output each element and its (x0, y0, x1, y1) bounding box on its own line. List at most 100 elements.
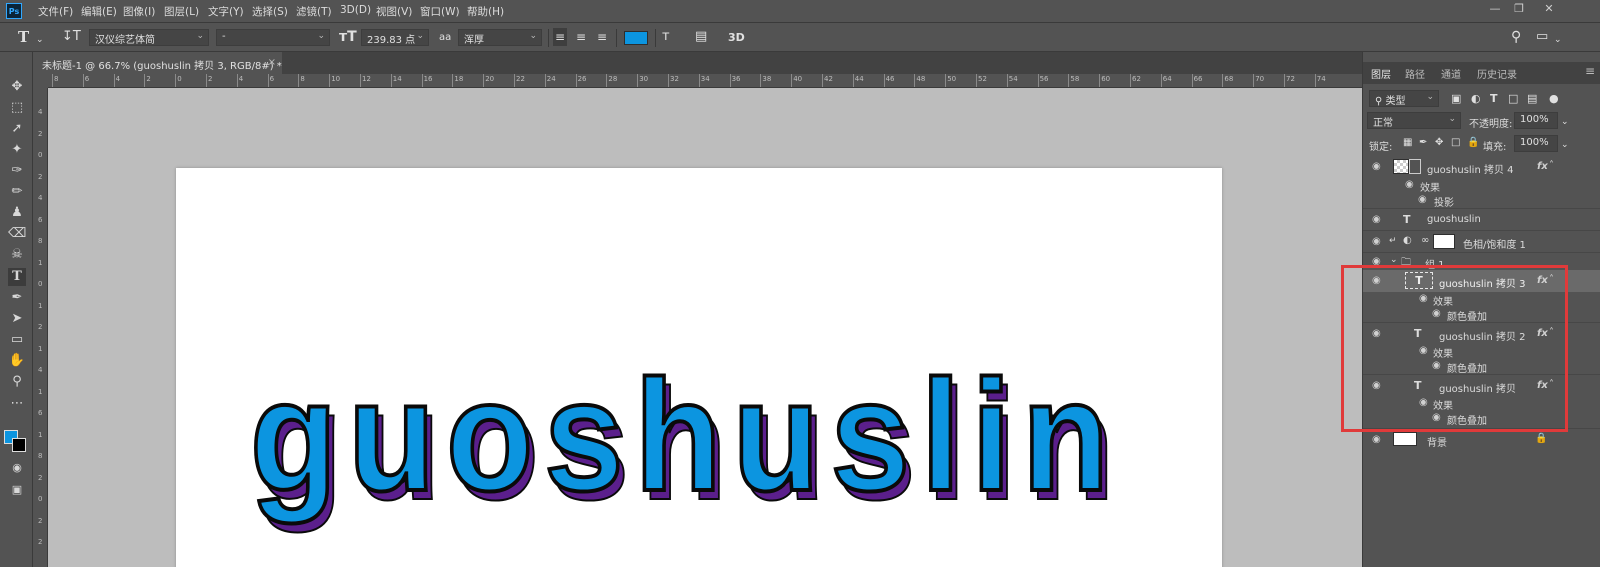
rectangle-tool-icon[interactable]: ▭ (8, 331, 26, 349)
menu-help[interactable]: 帮助(H) (467, 4, 504, 19)
marquee-tool-icon[interactable]: ⬚ (8, 99, 26, 117)
ruler-tick-mark (452, 74, 454, 87)
panel-menu-icon[interactable]: ≡ (1585, 64, 1595, 78)
antialias-select[interactable]: 浑厚 ⌄ (458, 29, 542, 46)
ruler-tick-mark (1222, 74, 1224, 87)
paint-bucket-icon[interactable]: ☠ (8, 246, 26, 264)
blend-mode-select[interactable]: 正常 ⌄ (1367, 112, 1461, 129)
menu-window[interactable]: 窗口(W) (420, 4, 460, 19)
ruler-tick-label: 56 (1039, 75, 1049, 83)
pen-tool-icon[interactable]: ✒ (8, 289, 26, 307)
brush-tool-icon[interactable]: ✏ (8, 183, 26, 201)
type-tool-icon[interactable]: T (8, 268, 26, 286)
canvas-text-art[interactable]: guoshuslin guoshuslin (176, 168, 1222, 567)
chevron-down-icon[interactable]: ⌄ (1554, 31, 1562, 49)
eye-icon[interactable]: ◉ (1372, 236, 1384, 248)
restore-icon[interactable]: ❐ (1508, 2, 1530, 18)
chevron-down-icon[interactable]: ⌄ (36, 31, 44, 49)
opacity-input[interactable]: 100% (1514, 112, 1558, 129)
filter-adjustment-icon[interactable]: ◐ (1471, 90, 1481, 108)
eraser-tool-icon[interactable]: ⌫ (8, 225, 26, 243)
menu-file[interactable]: 文件(F) (38, 4, 73, 19)
ruler-tick-mark (82, 74, 84, 87)
chevron-down-icon[interactable]: ⌄ (1561, 113, 1569, 131)
layer-row-guoshuslin[interactable]: ◉ T guoshuslin (1363, 208, 1600, 230)
tab-paths[interactable]: 路径 (1405, 66, 1425, 81)
layer-row-huesat[interactable]: ◉ ↵ ◐ ∞ 色相/饱和度 1 (1363, 230, 1600, 252)
canvas-area[interactable]: guoshuslin guoshuslin (48, 88, 1362, 567)
chevron-down-icon[interactable]: ⌄ (1390, 255, 1398, 265)
filter-toggle-icon[interactable]: ● (1549, 90, 1559, 108)
align-center-icon[interactable]: ≡ (576, 28, 586, 46)
more-tools-icon[interactable]: ⋯ (8, 395, 26, 413)
horizontal-ruler[interactable]: 8 6 4 2 0 2 4 6 8 10 12 14 16 18 20 22 24 26 28 30 32 34 36 38 4… (48, 74, 1362, 88)
eye-icon[interactable]: ◉ (1405, 179, 1417, 191)
quick-mask-icon[interactable]: ◉ (8, 459, 26, 477)
ruler-tick-mark (236, 74, 238, 87)
lock-artboard-icon[interactable]: □ (1451, 134, 1460, 152)
document-canvas[interactable]: guoshuslin guoshuslin (176, 168, 1222, 567)
filter-type-icon[interactable]: T (1490, 90, 1498, 108)
magic-wand-icon[interactable]: ✦ (8, 141, 26, 159)
layer-row-copy4[interactable]: ◉ guoshuslin 拷贝 4 fx ˄ (1363, 156, 1600, 178)
text-color-swatch[interactable] (624, 31, 648, 45)
tab-channels[interactable]: 通道 (1441, 66, 1461, 81)
tab-layers[interactable]: 图层 (1371, 66, 1391, 81)
filter-smart-object-icon[interactable]: ▤ (1527, 90, 1537, 108)
filter-pixel-icon[interactable]: ▣ (1451, 90, 1461, 108)
type-tool-preset-icon[interactable]: T (18, 28, 29, 46)
minimize-icon[interactable]: — (1484, 2, 1506, 18)
hand-tool-icon[interactable]: ✋ (8, 352, 26, 370)
fill-input[interactable]: 100% (1514, 135, 1558, 152)
workspace-icon[interactable]: ▭ (1536, 28, 1548, 46)
document-tab[interactable]: 未标题-1 @ 66.7% (guoshuslin 拷贝 3, RGB/8#) … (34, 52, 282, 74)
ruler-tick-label: 8 (38, 237, 43, 245)
close-window-icon[interactable]: ✕ (1538, 2, 1560, 18)
path-select-icon[interactable]: ➤ (8, 310, 26, 328)
background-color-swatch[interactable] (12, 438, 26, 452)
close-tab-icon[interactable]: × (268, 57, 276, 68)
menu-view[interactable]: 视图(V) (376, 4, 412, 19)
eyedropper-icon[interactable]: ✑ (8, 162, 26, 180)
ruler-tick-mark (852, 74, 854, 87)
lasso-tool-icon[interactable]: ➚ (8, 120, 26, 138)
lock-transparent-icon[interactable]: ▦ (1403, 134, 1412, 152)
menu-image[interactable]: 图像(I) (123, 4, 155, 19)
font-family-select[interactable]: 汉仪综艺体简 ⌄ (89, 29, 209, 46)
eye-icon[interactable]: ◉ (1418, 194, 1430, 206)
stamp-tool-icon[interactable]: ♟ (8, 204, 26, 222)
fx-icon[interactable]: fx (1537, 161, 1548, 172)
warp-text-icon[interactable]: ᴛ (662, 28, 670, 46)
search-icon[interactable]: ⚲ (1511, 28, 1521, 46)
screen-mode-icon[interactable]: ▣ (8, 481, 26, 499)
menu-type[interactable]: 文字(Y) (208, 4, 244, 19)
lock-position-icon[interactable]: ✥ (1435, 134, 1443, 152)
chevron-down-icon[interactable]: ⌄ (1561, 136, 1569, 154)
move-tool-icon[interactable]: ✥ (8, 78, 26, 96)
character-panel-icon[interactable]: ▤ (695, 28, 707, 46)
eye-icon[interactable]: ◉ (1372, 161, 1384, 173)
menu-select[interactable]: 选择(S) (252, 4, 288, 19)
text-orientation-icon[interactable]: ↧T (62, 28, 81, 46)
eye-icon[interactable]: ◉ (1372, 434, 1384, 446)
tab-history[interactable]: 历史记录 (1477, 66, 1517, 81)
menu-edit[interactable]: 编辑(E) (81, 4, 117, 19)
menu-layer[interactable]: 图层(L) (164, 4, 199, 19)
lock-all-icon[interactable]: 🔒 (1467, 134, 1479, 152)
menu-3d[interactable]: 3D(D) (340, 4, 371, 16)
layer-filter-select[interactable]: ⚲ 类型 ⌄ (1369, 90, 1439, 107)
zoom-tool-icon[interactable]: ⚲ (8, 373, 26, 391)
3d-button[interactable]: 3D (728, 29, 745, 47)
align-left-icon[interactable]: ≡ (553, 28, 568, 46)
vertical-ruler[interactable]: 420246810121416182022 (34, 88, 48, 567)
filter-shape-icon[interactable]: □ (1508, 90, 1518, 108)
ruler-origin[interactable] (34, 74, 48, 88)
font-size-input[interactable]: 239.83 点 ⌄ (361, 29, 429, 46)
font-style-select[interactable]: - ⌄ (216, 29, 330, 46)
lock-pixels-icon[interactable]: ✒ (1419, 134, 1427, 152)
ruler-tick-mark (421, 74, 423, 87)
eye-icon[interactable]: ◉ (1372, 214, 1384, 226)
menu-filter[interactable]: 滤镜(T) (296, 4, 332, 19)
chevron-up-icon[interactable]: ˄ (1549, 160, 1554, 171)
align-right-icon[interactable]: ≡ (597, 28, 607, 46)
